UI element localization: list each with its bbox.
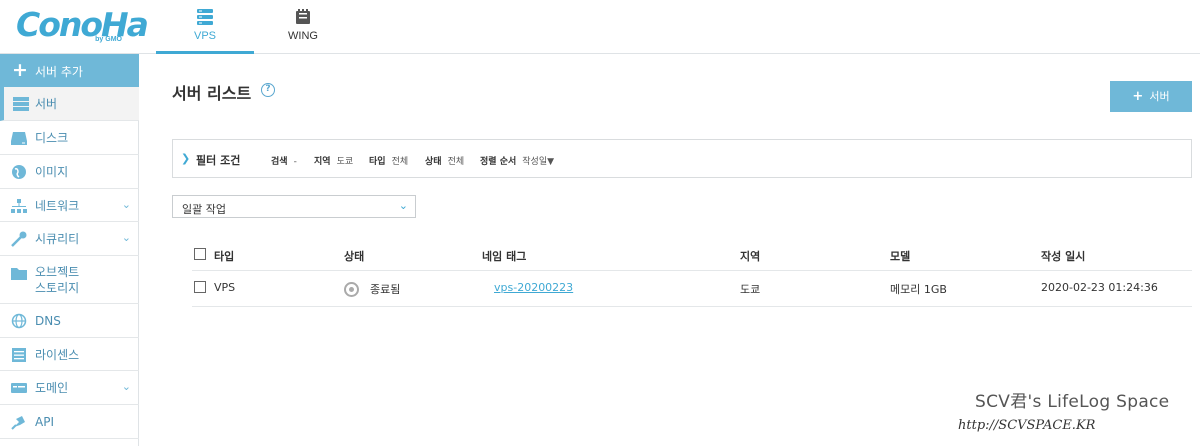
- bulk-action-value: 일괄 작업: [182, 203, 226, 216]
- sidebar-item-label: 이미지: [35, 165, 69, 179]
- sidebar-item-label: 서버: [35, 97, 58, 111]
- license-icon: [12, 348, 26, 362]
- sidebar-item-label: 오브젝트 스토리지: [35, 265, 80, 295]
- filter-toggle[interactable]: 필터 조건: [196, 152, 240, 168]
- sidebar-item-label: 네트워크: [35, 199, 80, 213]
- dns-globe-icon: [11, 313, 27, 329]
- tab-vps[interactable]: VPS: [156, 0, 254, 54]
- key-icon: [11, 231, 27, 247]
- folder-icon: [11, 268, 27, 280]
- row-checkbox[interactable]: [194, 281, 206, 293]
- domain-icon: [11, 383, 27, 393]
- filter-value: 전체: [447, 157, 465, 167]
- filter-key: 검색: [271, 157, 288, 167]
- cell-status: 종료됨: [370, 283, 401, 296]
- conoha-logo[interactable]: ConoHa by GMO: [16, 6, 149, 46]
- chevron-right-icon[interactable]: ❯: [181, 152, 190, 165]
- filter-key: 타입: [369, 157, 386, 167]
- plus-icon: +: [12, 59, 28, 81]
- logo-subtext: by GMO: [95, 36, 122, 43]
- select-all-checkbox[interactable]: [194, 248, 206, 260]
- filter-sort: 정렬 순서 작성일▼: [480, 154, 554, 167]
- sidebar-item-label: 디스크: [35, 131, 69, 145]
- disk-icon: [11, 132, 27, 145]
- sidebar-item-label: DNS: [35, 314, 61, 328]
- filter-value: 도쿄: [336, 157, 354, 167]
- column-header-region[interactable]: 지역: [740, 248, 760, 264]
- sidebar-item-disk[interactable]: 디스크: [0, 121, 139, 155]
- column-header-type[interactable]: 타입: [214, 248, 234, 264]
- sidebar-item-label: 라이센스: [35, 348, 80, 362]
- tab-vps-label: VPS: [193, 30, 216, 42]
- column-header-model[interactable]: 모델: [890, 248, 910, 264]
- page-title: 서버 리스트: [172, 84, 252, 103]
- tab-wing-label: WING: [288, 30, 318, 42]
- sidebar-item-dns[interactable]: DNS: [0, 304, 139, 338]
- stopped-status-icon: [344, 282, 359, 297]
- sidebar-item-server[interactable]: 서버: [0, 87, 139, 121]
- add-server-button[interactable]: + 서버: [1110, 81, 1192, 112]
- globe-icon: [12, 165, 26, 179]
- filter-key: 정렬 순서: [480, 157, 517, 167]
- sidebar-item-label: 도메인: [35, 381, 69, 395]
- filter-key: 지역: [314, 157, 331, 167]
- network-icon: [11, 199, 27, 213]
- table-header: 타입 상태 네임 태그 지역 모델 작성 일시: [192, 238, 1192, 271]
- logo-text: ConoHa: [16, 5, 149, 44]
- watermark-title: SCV君's LifeLog Space: [975, 392, 1170, 412]
- sidebar-item-domain[interactable]: 도메인 ⌄: [0, 371, 139, 405]
- wing-icon: [296, 9, 310, 24]
- column-header-created[interactable]: 작성 일시: [1041, 248, 1085, 264]
- filter-type: 타입 전체: [369, 154, 408, 167]
- filter-key: 상태: [425, 157, 442, 167]
- column-header-name-tag[interactable]: 네임 태그: [482, 248, 526, 264]
- sidebar: + 서버 추가 서버 디스크 이미지 네트워크 ⌄ 시큐리티 ⌄ 오브젝트 스토…: [0, 54, 139, 446]
- sidebar-item-image[interactable]: 이미지: [0, 155, 139, 189]
- server-icon: [13, 97, 29, 111]
- sidebar-item-license[interactable]: 라이센스: [0, 338, 139, 371]
- filter-value: 전체: [391, 157, 409, 167]
- filter-status: 상태 전체: [425, 154, 464, 167]
- sidebar-item-object-storage[interactable]: 오브젝트 스토리지: [0, 256, 139, 304]
- tab-wing[interactable]: WING: [254, 0, 352, 54]
- table-row[interactable]: VPS 종료됨 vps-20200223 도쿄 메모리 1GB 2020-02-…: [192, 271, 1192, 307]
- watermark-url: http://SCVSPACE.KR: [958, 418, 1096, 433]
- chevron-down-icon: ⌄: [121, 198, 131, 211]
- add-server-sidebar-button[interactable]: + 서버 추가: [0, 54, 139, 87]
- top-bar: ConoHa by GMO VPS WING: [0, 0, 1200, 54]
- filter-region: 지역 도쿄: [314, 154, 353, 167]
- cell-region: 도쿄: [740, 283, 761, 296]
- bulk-action-select[interactable]: 일괄 작업 ⌄: [172, 195, 416, 218]
- add-server-button-label: 서버: [1149, 90, 1170, 103]
- sidebar-item-api[interactable]: API: [0, 405, 139, 439]
- sidebar-item-label: 시큐리티: [35, 232, 80, 246]
- server-icon: [197, 9, 213, 25]
- sidebar-item-security[interactable]: 시큐리티 ⌄: [0, 222, 139, 256]
- chevron-down-icon: ⌄: [398, 199, 408, 212]
- cell-type: VPS: [214, 281, 236, 294]
- plus-icon: +: [1132, 89, 1144, 104]
- help-icon[interactable]: ?: [261, 83, 275, 97]
- sidebar-item-label: API: [35, 415, 54, 429]
- filter-search: 검색 -: [271, 154, 297, 167]
- add-server-label: 서버 추가: [35, 65, 83, 79]
- api-icon: [11, 416, 25, 430]
- filter-panel: ❯ 필터 조건 검색 - 지역 도쿄 타입 전체 상태 전체 정렬 순서 작성일▼: [172, 139, 1192, 178]
- chevron-down-icon: ⌄: [121, 231, 131, 244]
- server-name-link[interactable]: vps-20200223: [494, 281, 573, 294]
- cell-created: 2020-02-23 01:24:36: [1041, 281, 1158, 294]
- cell-model: 메모리 1GB: [890, 283, 947, 296]
- filter-value: -: [293, 157, 297, 167]
- sidebar-item-network[interactable]: 네트워크 ⌄: [0, 189, 139, 222]
- chevron-down-icon: ⌄: [121, 380, 131, 393]
- filter-value: 작성일▼: [522, 157, 555, 167]
- column-header-status[interactable]: 상태: [344, 248, 364, 264]
